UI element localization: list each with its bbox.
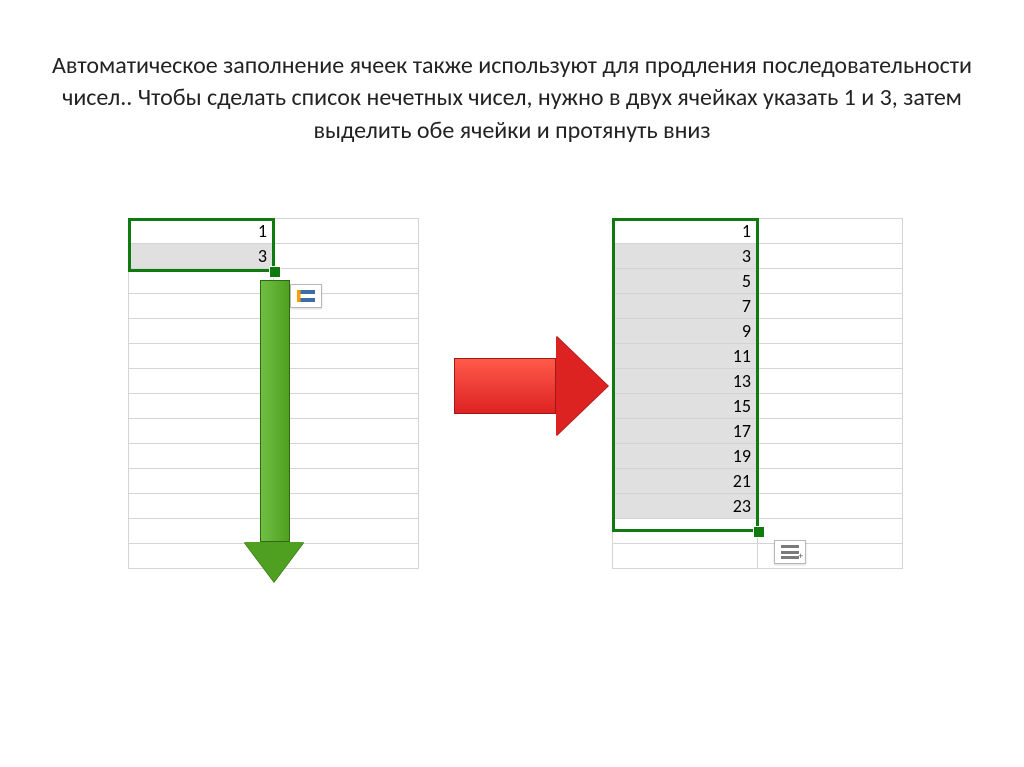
cell[interactable] [129, 419, 274, 444]
cell[interactable]: 15 [613, 394, 758, 419]
cell[interactable] [129, 519, 274, 544]
drag-down-arrow-icon [260, 280, 304, 582]
cell[interactable] [758, 219, 903, 244]
cell[interactable] [613, 519, 758, 544]
cell[interactable] [274, 244, 419, 269]
cell[interactable] [758, 294, 903, 319]
cell[interactable]: 3 [613, 244, 758, 269]
cell[interactable]: 7 [613, 294, 758, 319]
cell[interactable]: 5 [613, 269, 758, 294]
cell[interactable] [758, 394, 903, 419]
cell[interactable] [274, 219, 419, 244]
cell[interactable] [129, 494, 274, 519]
cell[interactable] [129, 319, 274, 344]
fill-handle-left[interactable] [269, 266, 281, 278]
autofill-series-icon: + [781, 545, 799, 559]
spreadsheet-right: 1 3 5 7 9 11 13 15 17 19 21 23 [612, 218, 903, 569]
cell[interactable] [129, 294, 274, 319]
cell[interactable] [613, 544, 758, 569]
result-arrow-icon [454, 336, 608, 436]
title-text: Автоматическое заполнение ячеек также ис… [50, 50, 974, 147]
cell[interactable]: 11 [613, 344, 758, 369]
cell[interactable] [129, 394, 274, 419]
cell[interactable]: 21 [613, 469, 758, 494]
cell[interactable] [129, 444, 274, 469]
cell[interactable]: 1 [129, 219, 274, 244]
cell[interactable] [758, 269, 903, 294]
cell[interactable]: 23 [613, 494, 758, 519]
fill-handle-right[interactable] [753, 526, 765, 538]
cell[interactable]: 3 [129, 244, 274, 269]
autofill-options-button-right[interactable]: + [774, 540, 806, 564]
cell[interactable] [758, 344, 903, 369]
cell[interactable]: 1 [613, 219, 758, 244]
cell[interactable] [758, 494, 903, 519]
cell[interactable]: 19 [613, 444, 758, 469]
cell[interactable]: 13 [613, 369, 758, 394]
cell[interactable] [758, 444, 903, 469]
cell[interactable] [758, 369, 903, 394]
cell[interactable] [129, 269, 274, 294]
cell[interactable] [129, 469, 274, 494]
cell[interactable]: 17 [613, 419, 758, 444]
cell[interactable] [129, 344, 274, 369]
cell[interactable]: 9 [613, 319, 758, 344]
cell[interactable] [758, 469, 903, 494]
cell[interactable] [129, 369, 274, 394]
cell[interactable] [758, 419, 903, 444]
cell[interactable] [758, 319, 903, 344]
cell[interactable] [758, 244, 903, 269]
